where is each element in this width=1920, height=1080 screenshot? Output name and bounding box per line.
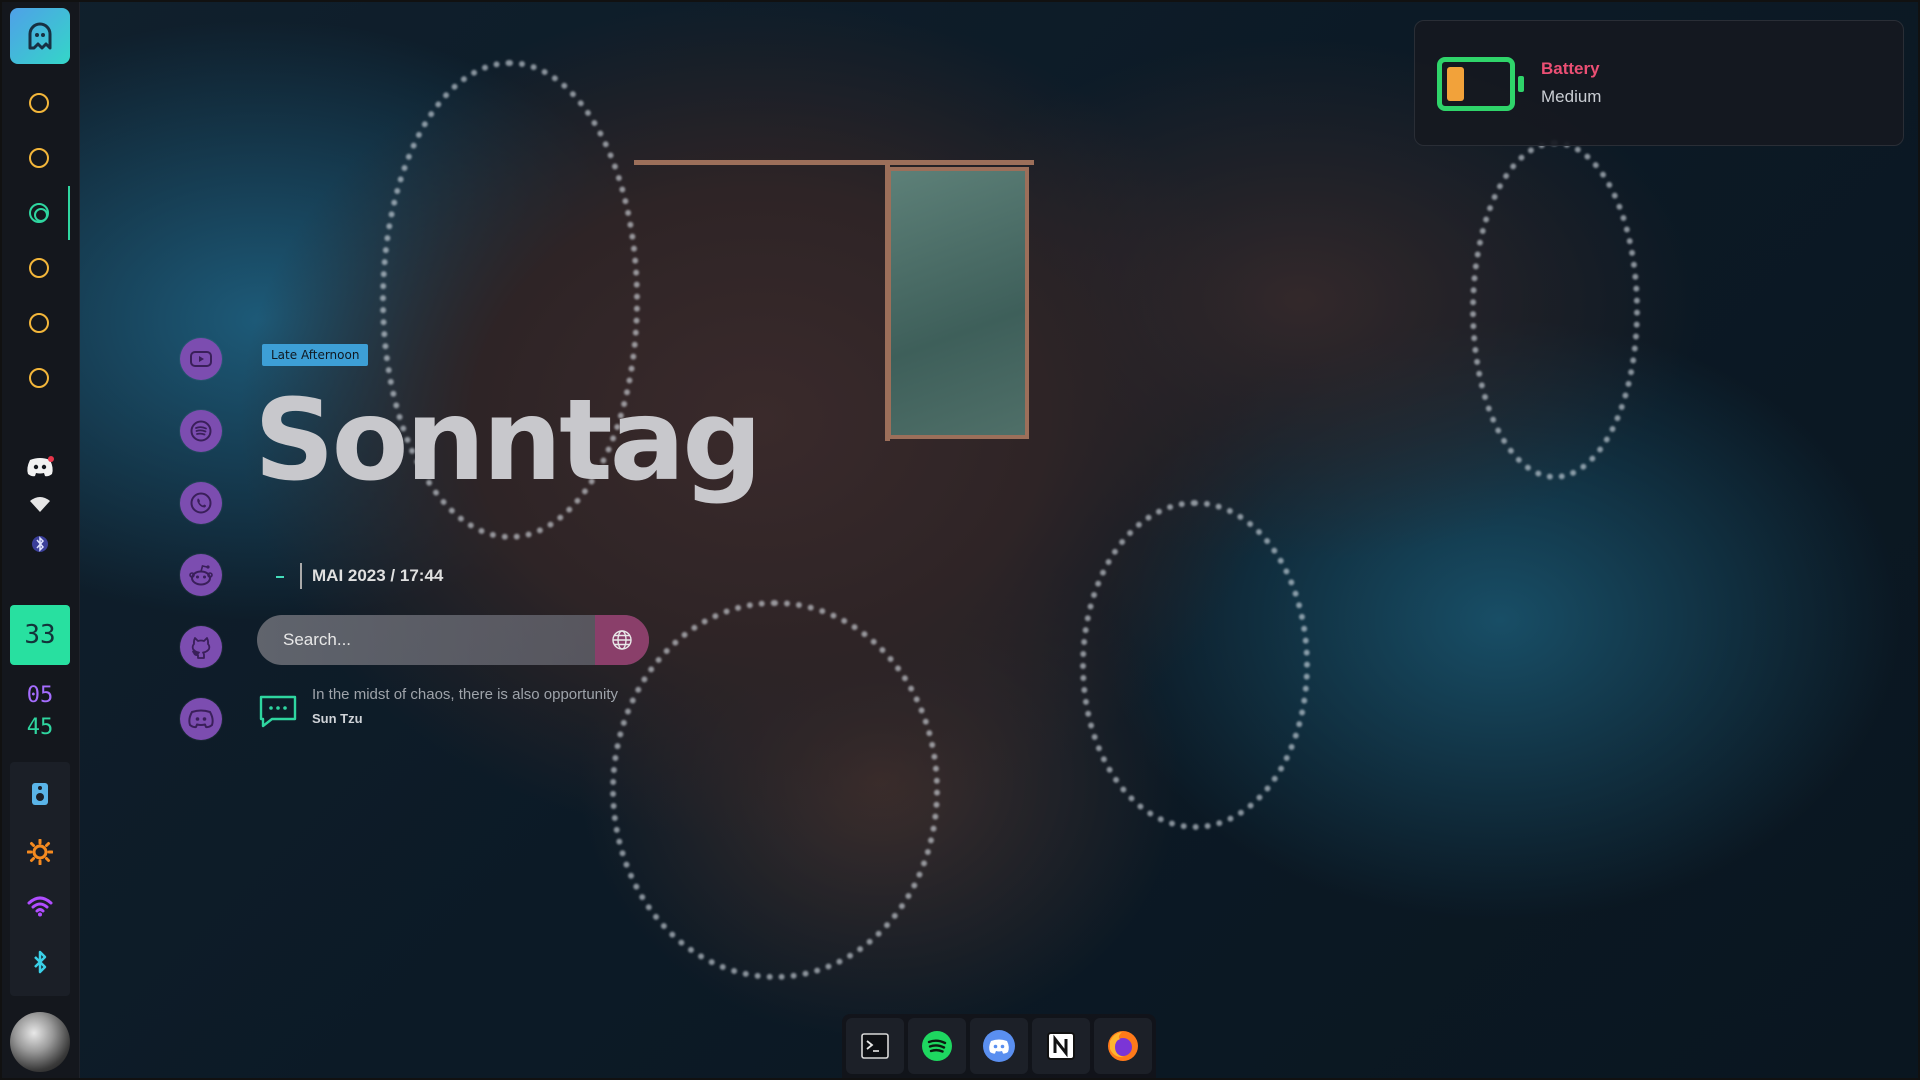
github-icon: [191, 637, 211, 659]
workspace-5[interactable]: [29, 313, 49, 333]
speaker-icon: [32, 783, 48, 805]
spotify-icon: [922, 1031, 952, 1061]
dock-notion[interactable]: [1032, 1018, 1090, 1074]
speaker-button[interactable]: [10, 774, 70, 814]
web-search-button[interactable]: [595, 615, 649, 665]
spotify-launch-button[interactable]: [180, 410, 222, 452]
terminal-icon: [861, 1033, 889, 1059]
discord-icon: [188, 709, 214, 729]
wifi-tray-icon[interactable]: [26, 492, 54, 516]
firefox-icon: [1108, 1031, 1138, 1061]
youtube-launch-button[interactable]: [180, 338, 222, 380]
whatsapp-icon: [190, 492, 212, 514]
notion-icon: [1047, 1032, 1075, 1060]
bluetooth-icon: [34, 950, 47, 974]
discord-launch-button[interactable]: [180, 698, 222, 740]
workspace-2[interactable]: [29, 148, 49, 168]
workspace-6[interactable]: [29, 368, 49, 388]
dock-firefox[interactable]: [1094, 1018, 1152, 1074]
github-launch-button[interactable]: [180, 626, 222, 668]
app-launcher-button[interactable]: [10, 8, 70, 64]
quote-text: In the midst of chaos, there is also opp…: [312, 686, 618, 703]
globe-icon: [612, 630, 632, 650]
day-name: Sonntag: [254, 376, 762, 506]
wallpaper: [0, 0, 1920, 1080]
dock: [842, 1014, 1156, 1078]
spotify-icon: [190, 420, 212, 442]
search-input[interactable]: [257, 615, 595, 665]
quote-author: Sun Tzu: [312, 711, 363, 726]
avatar[interactable]: [10, 1012, 70, 1072]
date-accent: [276, 576, 284, 578]
whatsapp-launch-button[interactable]: [180, 482, 222, 524]
left-sidebar: 33 05 45: [0, 0, 80, 1080]
youtube-icon: [190, 351, 212, 367]
brightness-button[interactable]: [10, 832, 70, 872]
controls-panel: [10, 762, 70, 996]
day-number-widget: 33: [10, 605, 70, 665]
date-time: MAI 2023 / 17:44: [300, 563, 443, 589]
battery-notification[interactable]: Battery Medium: [1414, 20, 1904, 146]
notification-title: Battery: [1541, 59, 1600, 78]
search-bar: [257, 615, 649, 665]
notification-body: Medium: [1541, 87, 1602, 106]
active-workspace-indicator: [68, 186, 70, 240]
workspace-4[interactable]: [29, 258, 49, 278]
discord-tray-icon[interactable]: [26, 455, 54, 479]
workspace-1[interactable]: [29, 93, 49, 113]
reddit-launch-button[interactable]: [180, 554, 222, 596]
ghost-icon: [28, 22, 52, 50]
dock-spotify[interactable]: [908, 1018, 966, 1074]
clock-hours: 05: [26, 683, 54, 708]
wifi-button[interactable]: [10, 886, 70, 926]
dock-terminal[interactable]: [846, 1018, 904, 1074]
bluetooth-button[interactable]: [10, 942, 70, 982]
reddit-icon: [189, 565, 213, 586]
time-of-day-badge: Late Afternoon: [262, 344, 369, 366]
battery-level-fill: [1447, 67, 1464, 101]
clock-minutes: 45: [26, 715, 54, 740]
wifi-icon: [27, 896, 53, 917]
bluetooth-tray-icon[interactable]: [26, 532, 54, 556]
dock-discord[interactable]: [970, 1018, 1028, 1074]
brightness-icon: [27, 839, 53, 865]
battery-icon: [1437, 57, 1524, 111]
chat-bubble-icon: [259, 695, 297, 728]
workspace-3[interactable]: [29, 203, 49, 223]
discord-icon: [983, 1030, 1015, 1062]
